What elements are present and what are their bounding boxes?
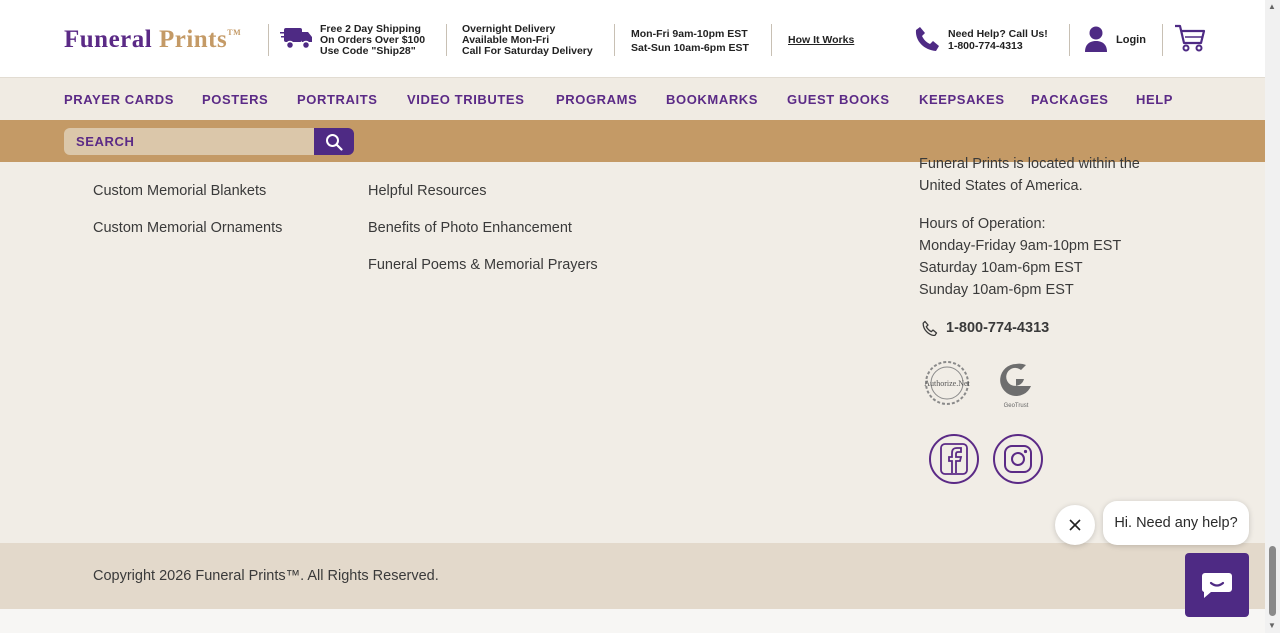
footer-phone[interactable]: 1-800-774-4313 (922, 320, 1049, 336)
chat-close-button[interactable] (1055, 505, 1095, 545)
scrollbar-thumb[interactable] (1269, 546, 1276, 616)
nav-help[interactable]: HELP (1136, 92, 1173, 107)
nav-packages[interactable]: PACKAGES (1031, 92, 1109, 107)
nav-posters[interactable]: POSTERS (202, 92, 268, 107)
footer-link-memorial-ornaments[interactable]: Custom Memorial Ornaments (93, 220, 282, 236)
bottom-strip (0, 609, 1265, 633)
main-nav: PRAYER CARDS POSTERS PORTRAITS VIDEO TRI… (0, 78, 1265, 120)
instagram-link[interactable] (993, 434, 1043, 484)
logo-word-prints: Prints (158, 26, 228, 53)
shipping-info: Free 2 Day Shipping On Orders Over $100 … (320, 24, 425, 57)
nav-portraits[interactable]: PORTRAITS (297, 92, 378, 107)
footer-link-poems-prayers[interactable]: Funeral Poems & Memorial Prayers (368, 257, 598, 273)
footer-phone-number: 1-800-774-4313 (946, 320, 1050, 336)
nav-prayer-cards[interactable]: PRAYER CARDS (64, 92, 174, 107)
divider (268, 24, 269, 56)
copyright-bar: Copyright 2026 Funeral Prints™. All Righ… (0, 543, 1265, 609)
location-line: United States of America. (919, 178, 1083, 194)
cart-icon[interactable] (1174, 23, 1206, 53)
top-header: Funeral PrintsTM Free 2 Day Shipping On … (0, 0, 1265, 78)
logo-tm: TM (227, 28, 242, 37)
hours-info: Mon-Fri 9am-10pm EST Sat-Sun 10am-6pm ES… (631, 27, 749, 55)
page-scrollbar[interactable] (1265, 0, 1280, 633)
search-icon (326, 133, 343, 151)
scroll-up-arrow-icon[interactable]: ▲ (1268, 2, 1276, 11)
facebook-link[interactable] (929, 434, 979, 484)
hours-line: Sunday 10am-6pm EST (919, 282, 1074, 298)
overnight-info: Overnight Delivery Available Mon-Fri Cal… (462, 24, 593, 57)
divider (771, 24, 772, 56)
hours-of-operation: Hours of Operation: Monday-Friday 9am-10… (919, 213, 1121, 301)
footer-link-photo-enhancement[interactable]: Benefits of Photo Enhancement (368, 220, 572, 236)
help-contact[interactable]: Need Help? Call Us! 1-800-774-4313 (948, 28, 1048, 52)
help-label: Need Help? Call Us! (948, 28, 1048, 40)
logo-word-funeral: Funeral (64, 26, 153, 53)
footer-link-helpful-resources[interactable]: Helpful Resources (368, 183, 486, 199)
divider (446, 24, 447, 56)
search-button[interactable] (314, 128, 354, 155)
chat-icon (1201, 573, 1232, 598)
truck-icon (280, 28, 312, 50)
chat-launcher-button[interactable] (1185, 553, 1249, 617)
nav-guest-books[interactable]: GUEST BOOKS (787, 92, 890, 107)
authorize-net-label: Authorize.Net (924, 379, 970, 388)
facebook-icon (940, 443, 968, 475)
hours-line: Mon-Fri 9am-10pm EST (631, 28, 748, 40)
location-line: Funeral Prints is located within the (919, 156, 1140, 172)
phone-icon (915, 27, 939, 51)
nav-video-tributes[interactable]: VIDEO TRIBUTES (407, 92, 524, 107)
divider (614, 24, 615, 56)
hours-title: Hours of Operation: (919, 216, 1046, 232)
geotrust-label: GeoTrust (1004, 403, 1029, 409)
geotrust-badge[interactable]: GeoTrust (994, 362, 1040, 410)
overnight-line: Call For Saturday Delivery (462, 45, 593, 57)
nav-keepsakes[interactable]: KEEPSAKES (919, 92, 1005, 107)
location-text: Funeral Prints is located within the Uni… (919, 153, 1140, 197)
divider (1162, 24, 1163, 56)
nav-bookmarks[interactable]: BOOKMARKS (666, 92, 758, 107)
close-icon (1069, 519, 1081, 531)
how-it-works-link[interactable]: How It Works (788, 34, 854, 46)
authorize-net-badge[interactable]: Authorize.Net (920, 360, 974, 406)
user-icon[interactable] (1084, 25, 1108, 53)
help-phone: 1-800-774-4313 (948, 40, 1023, 52)
shipping-line: Use Code "Ship28" (320, 45, 416, 57)
nav-programs[interactable]: PROGRAMS (556, 92, 637, 107)
scroll-down-arrow-icon[interactable]: ▼ (1268, 621, 1276, 630)
instagram-icon (1004, 445, 1032, 473)
footer-link-memorial-blankets[interactable]: Custom Memorial Blankets (93, 183, 266, 199)
search-input[interactable] (64, 128, 316, 155)
chat-greeting-bubble[interactable]: Hi. Need any help? (1103, 501, 1249, 545)
phone-icon (922, 320, 938, 336)
login-link[interactable]: Login (1116, 34, 1146, 46)
divider (1069, 24, 1070, 56)
hours-line: Monday-Friday 9am-10pm EST (919, 238, 1122, 254)
hours-line: Saturday 10am-6pm EST (919, 260, 1083, 276)
hours-line: Sat-Sun 10am-6pm EST (631, 42, 749, 54)
copyright-text: Copyright 2026 Funeral Prints™. All Righ… (93, 568, 439, 584)
site-logo[interactable]: Funeral PrintsTM (64, 26, 241, 54)
